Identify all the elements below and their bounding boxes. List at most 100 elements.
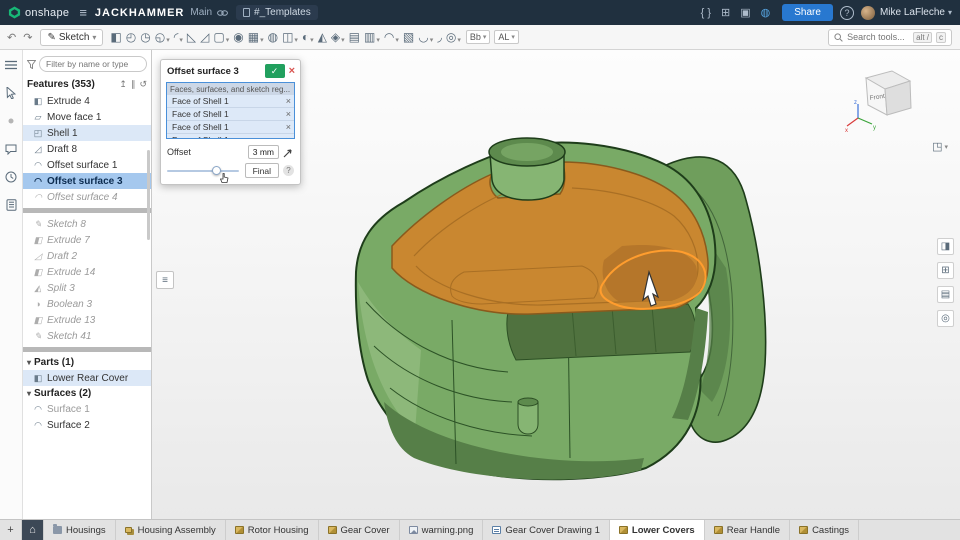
custom-feature-bb[interactable]: Bb ▾ <box>466 30 491 44</box>
move-face-icon[interactable]: ▥ ▾ <box>362 29 382 46</box>
share-button[interactable]: Share <box>782 4 833 21</box>
remove-face-icon[interactable]: × <box>286 96 291 106</box>
dialog-help-icon[interactable]: ? <box>283 165 294 176</box>
feature-row[interactable]: ◧ Extrude 4 <box>23 93 151 109</box>
feature-row[interactable]: ◑ Boolean 3 <box>23 296 151 312</box>
feature-row[interactable]: ◠ Offset surface 1 <box>23 157 151 173</box>
display-modes-button[interactable]: ◳ ▾ <box>932 140 948 153</box>
shell-icon[interactable]: ▢ ▾ <box>211 29 231 46</box>
loft-icon[interactable]: ◵ ▾ <box>153 29 172 46</box>
remove-face-icon[interactable]: × <box>286 122 291 132</box>
section-view-icon[interactable]: ◎ <box>937 310 954 327</box>
close-icon[interactable]: × <box>289 65 295 77</box>
selected-face-row[interactable]: Face of Shell 1 × <box>167 95 294 108</box>
feature-row[interactable]: ◧ Extrude 14 <box>23 264 151 280</box>
hole-icon[interactable]: ◉ ▾ <box>231 29 245 46</box>
document-tab[interactable]: warning.png <box>400 520 484 540</box>
surface-row[interactable]: ◠ Surface 1 <box>23 401 151 417</box>
search-input[interactable] <box>847 32 909 42</box>
offset-surface-icon[interactable]: ◠ ▾ <box>382 29 401 46</box>
document-tab[interactable]: Gear Cover <box>319 520 400 540</box>
surfaces-section-header[interactable]: ▾ Surfaces (2) <box>23 386 151 401</box>
feature-row[interactable]: ◧ Extrude 13 <box>23 312 151 328</box>
avatar[interactable] <box>861 6 875 20</box>
custom-feature-al[interactable]: AL ▾ <box>494 30 519 44</box>
feature-row[interactable]: ◿ Draft 8 <box>23 141 151 157</box>
selected-face-row[interactable]: Face of Shell 1 × <box>167 121 294 134</box>
linked-document-tab[interactable]: #_Templates <box>236 5 318 20</box>
workspace-name[interactable]: Main <box>190 7 212 18</box>
feature-filter-input[interactable] <box>39 56 147 72</box>
selected-face-row[interactable]: Face of Shell 1 × <box>167 108 294 121</box>
document-tab[interactable]: Housings <box>44 520 116 540</box>
draft-icon[interactable]: ◿ ▾ <box>198 29 211 46</box>
featurescript-icon[interactable]: { } <box>701 7 711 19</box>
delete-face-icon[interactable]: ▤ ▾ <box>347 29 362 46</box>
undo-icon[interactable]: ↶ <box>4 31 19 44</box>
document-tab[interactable]: Castings <box>790 520 859 540</box>
feature-row[interactable]: ◭ Split 3 <box>23 280 151 296</box>
chamfer-icon[interactable]: ◺ ▾ <box>185 29 198 46</box>
parts-section-header[interactable]: ▾ Parts (1) <box>23 355 151 370</box>
help-icon[interactable]: ? <box>840 6 854 20</box>
tutorials-icon[interactable]: ▣ <box>740 6 750 19</box>
named-views-icon[interactable]: ▤ <box>937 286 954 303</box>
apps-icon[interactable]: ⊞ <box>721 6 730 19</box>
document-tab[interactable]: Housing Assembly <box>116 520 226 540</box>
final-button[interactable]: Final <box>245 163 279 178</box>
fillet-icon[interactable]: ◜ ▾ <box>172 29 185 46</box>
feature-row[interactable]: ◠ Offset surface 3 <box>23 173 151 189</box>
mirror-icon[interactable]: ◫ ▾ <box>280 29 300 46</box>
faces-selection-list[interactable]: Faces, surfaces, and sketch reg... Face … <box>166 82 295 139</box>
rollback-history-icon[interactable]: ↺ <box>139 79 147 90</box>
tab-manager-button[interactable]: ⌂ <box>22 520 44 540</box>
user-menu-caret-icon[interactable]: ▾ <box>948 8 952 17</box>
document-tab[interactable]: Rotor Housing <box>226 520 319 540</box>
rollback-bar[interactable] <box>23 208 151 213</box>
offset-value-field[interactable]: 3 mm <box>248 145 279 159</box>
graphics-canvas[interactable]: Offset surface 3 ✓ × Faces, surfaces, an… <box>152 50 960 519</box>
select-cursor-icon[interactable] <box>4 86 18 100</box>
redo-icon[interactable]: ↷ <box>20 31 35 44</box>
versions-history-icon[interactable] <box>4 170 18 184</box>
surface-row[interactable]: ◠ Surface 2 <box>23 417 151 433</box>
language-globe-icon[interactable]: ◍ <box>761 6 771 19</box>
confirm-button[interactable]: ✓ <box>265 64 285 78</box>
split-icon[interactable]: ◭ ▾ <box>316 29 329 46</box>
feature-row[interactable]: ◰ Shell 1 <box>23 125 151 141</box>
scrollbar-thumb[interactable] <box>147 150 150 240</box>
onshape-logo[interactable]: onshape <box>8 6 69 19</box>
feature-row[interactable]: ◧ Extrude 7 <box>23 232 151 248</box>
document-tab[interactable]: Lower Covers <box>610 520 705 540</box>
sketch-button[interactable]: ✎ Sketch ▾ <box>40 29 103 46</box>
feature-list-flyout-button[interactable]: ≡ <box>156 271 174 289</box>
comments-panel-icon[interactable] <box>4 142 18 156</box>
sweep-icon[interactable]: ◷ ▾ <box>138 29 152 46</box>
linear-pattern-icon[interactable]: ▦ ▾ <box>246 29 266 46</box>
measure-icon[interactable]: ◎ ▾ <box>444 29 463 46</box>
curves-icon[interactable]: ◡ ▾ <box>416 29 435 46</box>
flip-direction-icon[interactable] <box>283 147 294 158</box>
document-tab[interactable]: Gear Cover Drawing 1 <box>483 520 610 540</box>
feature-row[interactable]: ▱ Move face 1 <box>23 109 151 125</box>
project-curve-icon[interactable]: ◞ ▾ <box>435 29 444 46</box>
feature-list-panel-icon[interactable] <box>4 58 18 72</box>
feature-row[interactable]: ✎ Sketch 8 <box>23 216 151 232</box>
slider-handle[interactable] <box>212 166 221 175</box>
part-row[interactable]: ◧ Lower Rear Cover <box>23 370 151 386</box>
notebook-panel-icon[interactable] <box>4 198 18 212</box>
appearance-icon[interactable]: ◨ <box>937 238 954 255</box>
offset-slider[interactable] <box>167 166 239 176</box>
main-menu-icon[interactable]: ≡ <box>79 5 87 20</box>
circular-pattern-icon[interactable]: ◍ ▾ <box>266 29 280 46</box>
remove-face-icon[interactable]: × <box>286 109 291 119</box>
feature-row[interactable]: ✎ Sketch 41 <box>23 328 151 344</box>
display-options-icon[interactable]: ⊞ <box>937 262 954 279</box>
boolean-icon[interactable]: ◐ ▾ <box>300 29 316 46</box>
feature-row[interactable]: ◠ Offset surface 4 <box>23 189 151 205</box>
remove-face-icon[interactable]: × <box>286 135 291 139</box>
feature-row[interactable]: ◿ Draft 2 <box>23 248 151 264</box>
fill-surface-icon[interactable]: ▧ ▾ <box>401 29 416 46</box>
add-tab-button[interactable]: + <box>0 520 22 540</box>
selected-face-row[interactable]: Face of Shell 1 × <box>167 134 294 139</box>
